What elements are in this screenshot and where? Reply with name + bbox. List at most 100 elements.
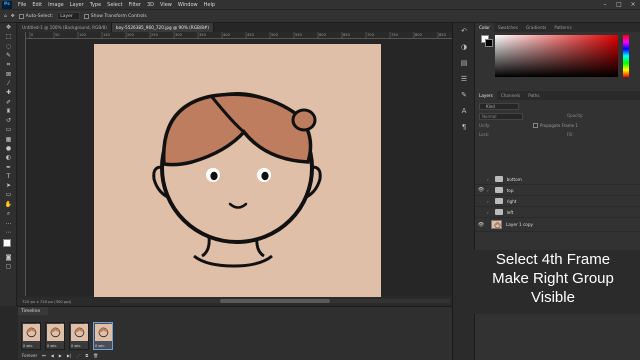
frame-delay[interactable]: 0 sec. bbox=[47, 344, 57, 348]
expand-arrow-icon[interactable]: › bbox=[487, 199, 489, 204]
menu-image[interactable]: Image bbox=[45, 2, 67, 8]
delete-frame-icon[interactable]: 🗑 bbox=[93, 353, 98, 358]
expand-arrow-icon[interactable]: › bbox=[487, 188, 489, 193]
visibility-eye-icon[interactable]: 👁 bbox=[475, 222, 487, 228]
visibility-eye-icon[interactable]: 👁 bbox=[475, 187, 487, 193]
marquee-tool-icon[interactable]: ⬚ bbox=[0, 32, 17, 41]
expand-arrow-icon[interactable]: › bbox=[487, 210, 489, 215]
character-icon[interactable]: A bbox=[453, 103, 475, 119]
document-canvas[interactable] bbox=[94, 44, 381, 297]
tween-icon[interactable]: ⋰ bbox=[76, 353, 80, 358]
previous-frame-icon[interactable]: ◀ bbox=[51, 353, 54, 358]
maximize-icon[interactable]: □ bbox=[612, 0, 626, 9]
crop-tool-icon[interactable]: ⌗ bbox=[0, 60, 17, 69]
history-brush-tool-icon[interactable]: ↺ bbox=[0, 116, 17, 125]
history-icon[interactable]: ↶ bbox=[453, 23, 475, 39]
more-tools-icon[interactable]: … bbox=[0, 218, 17, 227]
close-icon[interactable]: × bbox=[626, 0, 640, 9]
color-swatches[interactable] bbox=[0, 237, 16, 253]
lasso-tool-icon[interactable]: ◌ bbox=[0, 42, 17, 51]
timeline-frame-3[interactable]: 3 0 sec. bbox=[69, 322, 89, 350]
auto-select-dropdown[interactable]: Layer bbox=[57, 12, 80, 20]
timeline-frame-4[interactable]: 4 0 sec. bbox=[93, 322, 113, 350]
home-icon[interactable]: ⌂ bbox=[4, 14, 7, 19]
menu-3d[interactable]: 3D bbox=[144, 2, 157, 8]
tab-channels[interactable]: Channels bbox=[497, 91, 524, 100]
frame-delay[interactable]: 0 sec. bbox=[23, 344, 33, 348]
tab-untitled-1[interactable]: Untitled-1 @ 100% (Background, RGB/8) bbox=[18, 23, 112, 32]
auto-select-checkbox[interactable] bbox=[18, 13, 24, 19]
quick-select-tool-icon[interactable]: ✎ bbox=[0, 51, 17, 60]
timeline-frame-2[interactable]: 2 0 sec. bbox=[45, 322, 65, 350]
tab-swatches[interactable]: Swatches bbox=[494, 23, 522, 32]
next-frame-icon[interactable]: ▶| bbox=[67, 353, 71, 358]
loop-dropdown[interactable]: Forever bbox=[22, 353, 37, 358]
menu-select[interactable]: Select bbox=[104, 2, 125, 8]
background-color-swatch[interactable] bbox=[485, 39, 493, 47]
menu-filter[interactable]: Filter bbox=[126, 2, 144, 8]
move-tool-icon[interactable]: ✥ bbox=[0, 23, 17, 32]
move-tool-icon[interactable]: ✥ bbox=[11, 14, 15, 19]
gradient-tool-icon[interactable]: ▦ bbox=[0, 135, 17, 144]
timeline-frame-1[interactable]: 1 0 sec. bbox=[21, 322, 41, 350]
first-frame-icon[interactable]: ⏮ bbox=[42, 353, 46, 358]
duplicate-frame-icon[interactable]: ⧉ bbox=[85, 353, 88, 358]
healing-brush-tool-icon[interactable]: ✚ bbox=[0, 88, 17, 97]
libraries-icon[interactable]: ▤ bbox=[453, 55, 475, 71]
menu-view[interactable]: View bbox=[157, 2, 175, 8]
edit-toolbar-icon[interactable]: ⋯ bbox=[0, 228, 17, 237]
menu-file[interactable]: File bbox=[15, 2, 29, 8]
scrollbar-thumb[interactable] bbox=[220, 299, 330, 303]
menu-edit[interactable]: Edit bbox=[29, 2, 45, 8]
color-picker-field[interactable] bbox=[495, 35, 618, 77]
tab-layers[interactable]: Layers bbox=[475, 91, 497, 100]
layer-filter-kind[interactable]: Kind bbox=[479, 103, 519, 110]
horizontal-scrollbar[interactable] bbox=[120, 299, 450, 303]
foreground-color-swatch[interactable] bbox=[3, 238, 11, 247]
dodge-tool-icon[interactable]: ◐ bbox=[0, 153, 17, 162]
type-tool-icon[interactable]: T bbox=[0, 172, 17, 181]
folder-icon bbox=[494, 209, 503, 215]
path-select-tool-icon[interactable]: ➤ bbox=[0, 181, 17, 190]
tab-boy-image[interactable]: boy-5526385_960_720.jpg @ 90% (RGB/8#) bbox=[111, 23, 215, 32]
hand-tool-icon[interactable]: ✋ bbox=[0, 200, 17, 209]
frame-tool-icon[interactable]: ⊠ bbox=[0, 69, 17, 78]
tab-paths[interactable]: Paths bbox=[524, 91, 543, 100]
layer-row-layer-1-copy[interactable]: 👁 Layer 1 copy bbox=[475, 218, 640, 232]
tab-patterns[interactable]: Patterns bbox=[550, 23, 575, 32]
zoom-tool-icon[interactable]: ⌕ bbox=[0, 209, 17, 218]
menu-type[interactable]: Type bbox=[87, 2, 104, 8]
timeline-title[interactable]: Timeline bbox=[18, 307, 48, 315]
menu-help[interactable]: Help bbox=[201, 2, 218, 8]
brush-tool-icon[interactable]: ✐ bbox=[0, 97, 17, 106]
pen-tool-icon[interactable]: ✒ bbox=[0, 162, 17, 171]
layer-row-right[interactable]: › right bbox=[475, 196, 640, 207]
quick-mask-icon[interactable]: ◙ bbox=[0, 253, 17, 262]
layer-row-top[interactable]: 👁 › top bbox=[475, 185, 640, 196]
eraser-tool-icon[interactable]: ▭ bbox=[0, 125, 17, 134]
transform-controls-checkbox[interactable] bbox=[83, 13, 89, 19]
tab-gradients[interactable]: Gradients bbox=[522, 23, 550, 32]
shape-tool-icon[interactable]: ▭ bbox=[0, 190, 17, 199]
brushes-icon[interactable]: ✎ bbox=[453, 87, 475, 103]
hue-slider[interactable] bbox=[623, 35, 629, 77]
tab-color[interactable]: Color bbox=[475, 23, 494, 32]
eyedropper-tool-icon[interactable]: ⁄ bbox=[0, 79, 17, 88]
stamp-tool-icon[interactable]: ♜ bbox=[0, 107, 17, 116]
propagate-frame-checkbox[interactable] bbox=[533, 123, 538, 128]
blend-mode-dropdown[interactable]: Normal bbox=[479, 113, 523, 120]
blur-tool-icon[interactable]: ● bbox=[0, 144, 17, 153]
adjustments-icon[interactable]: ◑ bbox=[453, 39, 475, 55]
frame-delay[interactable]: 0 sec. bbox=[71, 344, 81, 348]
screen-mode-icon[interactable]: ▢ bbox=[0, 262, 17, 271]
layer-row-left[interactable]: › left bbox=[475, 207, 640, 218]
minimize-icon[interactable]: – bbox=[598, 0, 612, 9]
menu-layer[interactable]: Layer bbox=[67, 2, 87, 8]
layer-row-bottom[interactable]: › bottom bbox=[475, 174, 640, 185]
frame-delay[interactable]: 0 sec. bbox=[95, 344, 105, 348]
expand-arrow-icon[interactable]: › bbox=[487, 177, 489, 182]
paragraph-icon[interactable]: ¶ bbox=[453, 119, 475, 135]
play-icon[interactable]: ▶ bbox=[59, 353, 62, 358]
properties-icon[interactable]: ☰ bbox=[453, 71, 475, 87]
menu-window[interactable]: Window bbox=[175, 2, 201, 8]
